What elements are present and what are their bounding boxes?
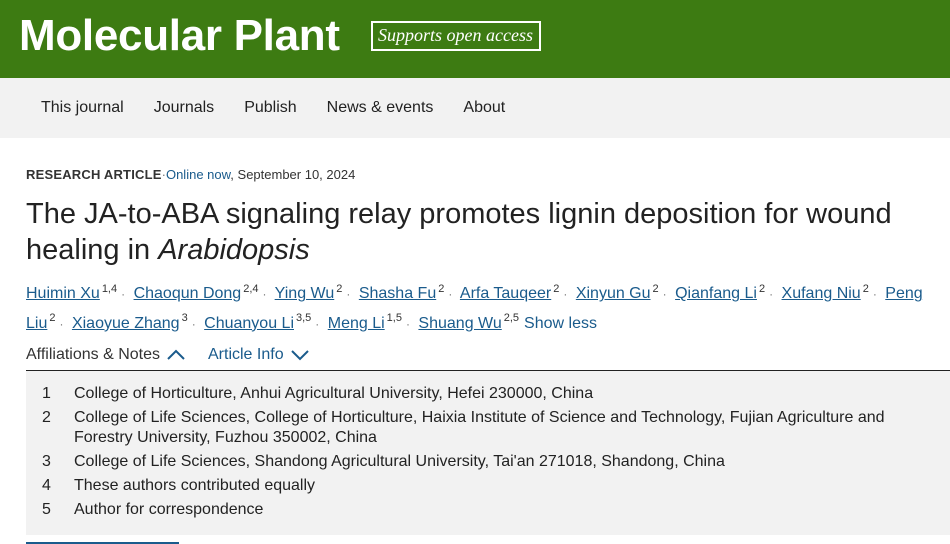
show-less-link[interactable]: Show less bbox=[524, 315, 597, 332]
affiliation-text: College of Life Sciences, College of Hor… bbox=[74, 408, 885, 446]
author-affiliation-ref: 2 bbox=[758, 283, 766, 295]
affiliation-number: 3 bbox=[42, 452, 51, 470]
author-affiliation-ref: 2 bbox=[49, 312, 56, 325]
affiliation-text: College of Horticulture, Anhui Agricultu… bbox=[74, 384, 594, 402]
author-affiliation-ref: 2,5 bbox=[503, 312, 520, 325]
author-affiliation-ref: 2,4 bbox=[243, 283, 259, 295]
open-access-badge[interactable]: Supports open access bbox=[371, 21, 541, 51]
author-affiliation-ref: 1,5 bbox=[386, 312, 402, 325]
author-affiliation-ref: 3 bbox=[181, 312, 188, 325]
nav-about[interactable]: About bbox=[448, 99, 520, 117]
tab-article-info-label: Article Info bbox=[208, 345, 284, 363]
author-link[interactable]: Shuang Wu bbox=[418, 315, 501, 332]
author-separator: · bbox=[405, 316, 410, 331]
author-link[interactable]: Ying Wu bbox=[275, 285, 335, 302]
author-separator: · bbox=[262, 287, 267, 302]
chevron-down-icon bbox=[290, 349, 309, 361]
journal-logo[interactable]: Molecular Plant bbox=[19, 11, 340, 61]
author-affiliation-ref: 3,5 bbox=[296, 312, 312, 325]
author-affiliation-ref: 2 bbox=[336, 283, 343, 295]
author-separator: · bbox=[872, 287, 877, 302]
nav-news-events[interactable]: News & events bbox=[312, 99, 449, 117]
nav-publish[interactable]: Publish bbox=[229, 99, 311, 117]
main-nav: This journal Journals Publish News & eve… bbox=[0, 78, 950, 138]
tab-affiliations-label: Affiliations & Notes bbox=[26, 345, 160, 363]
author-item: Xinyun Gu 2 bbox=[576, 283, 659, 302]
author-item: Qianfang Li 2 bbox=[675, 283, 766, 302]
publication-date: , September 10, 2024 bbox=[230, 167, 356, 182]
title-species: Arabidopsis bbox=[158, 234, 310, 266]
author-item: Shasha Fu 2 bbox=[359, 283, 445, 302]
affiliation-row: 1 College of Horticulture, Anhui Agricult… bbox=[26, 384, 950, 404]
affiliation-row: 2 College of Life Sciences, College of Ho… bbox=[26, 408, 950, 448]
article-tabs: Affiliations & Notes Article Info bbox=[26, 343, 950, 371]
author-link[interactable]: Xinyun Gu bbox=[576, 285, 651, 302]
affiliations-panel: 1 College of Horticulture, Anhui Agricult… bbox=[26, 370, 950, 535]
author-separator: · bbox=[191, 316, 196, 331]
affiliation-text: Author for correspondence bbox=[74, 500, 264, 518]
author-link[interactable]: Xufang Niu bbox=[782, 285, 861, 302]
author-link[interactable]: Xiaoyue Zhang bbox=[72, 315, 180, 332]
affiliation-row: 4 These authors contributed equally bbox=[26, 476, 950, 496]
author-item: Chaoqun Dong 2,4 bbox=[134, 283, 259, 302]
author-separator: · bbox=[563, 287, 568, 302]
title-main: The JA-to-ABA signaling relay promotes l… bbox=[26, 198, 892, 266]
author-affiliation-ref: 2 bbox=[652, 283, 659, 295]
article-meta: RESEARCH ARTICLE·Online now, September 1… bbox=[26, 168, 950, 182]
article-title: The JA-to-ABA signaling relay promotes l… bbox=[26, 196, 926, 268]
author-list: Huimin Xu 1,4 · Chaoqun Dong 2,4 · Ying Wu 2 ·… bbox=[26, 277, 926, 336]
author-separator: · bbox=[346, 287, 351, 302]
nav-this-journal[interactable]: This journal bbox=[26, 99, 139, 117]
affiliation-text: College of Life Sciences, Shandong Agric… bbox=[74, 452, 725, 470]
author-link[interactable]: Chaoqun Dong bbox=[134, 285, 242, 302]
affiliation-number: 1 bbox=[42, 384, 51, 402]
author-link[interactable]: Huimin Xu bbox=[26, 285, 100, 302]
author-link[interactable]: Arfa Tauqeer bbox=[460, 285, 551, 302]
author-separator: · bbox=[662, 287, 667, 302]
author-affiliation-ref: 2 bbox=[553, 283, 560, 295]
author-affiliation-ref: 1,4 bbox=[101, 283, 118, 295]
affiliation-number: 2 bbox=[42, 408, 51, 426]
nav-journals[interactable]: Journals bbox=[139, 99, 229, 117]
affiliation-number: 4 bbox=[42, 476, 51, 494]
author-item: Ying Wu 2 bbox=[275, 283, 343, 302]
affiliation-text: These authors contributed equally bbox=[74, 476, 316, 494]
author-link[interactable]: Meng Li bbox=[328, 315, 385, 332]
author-item: Xufang Niu 2 bbox=[782, 283, 869, 302]
active-tab-underline bbox=[26, 541, 179, 544]
author-item: Meng Li 1,5 bbox=[328, 312, 402, 332]
author-separator: · bbox=[315, 316, 320, 331]
chevron-up-icon bbox=[167, 349, 185, 360]
tab-affiliations[interactable]: Affiliations & Notes bbox=[26, 346, 186, 364]
author-item: Xiaoyue Zhang 3 bbox=[72, 312, 188, 332]
tab-article-info[interactable]: Article Info bbox=[208, 346, 310, 364]
author-link[interactable]: Chuanyou Li bbox=[204, 315, 294, 332]
article-header: RESEARCH ARTICLE · Online now, September 1… bbox=[0, 168, 950, 544]
affiliation-row: 5 Author for correspondence bbox=[26, 500, 950, 520]
author-separator: · bbox=[448, 287, 453, 302]
author-link[interactable]: Qianfang Li bbox=[675, 285, 757, 302]
author-link[interactable]: Shasha Fu bbox=[359, 285, 436, 302]
author-affiliation-ref: 2 bbox=[862, 283, 869, 295]
author-affiliation-ref: 2 bbox=[438, 283, 445, 295]
site-header: Molecular Plant Supports open access bbox=[0, 0, 950, 78]
affiliation-number: 5 bbox=[42, 500, 51, 518]
author-separator: · bbox=[121, 287, 126, 302]
author-separator: · bbox=[769, 287, 774, 302]
online-status: Online now bbox=[165, 167, 231, 182]
affiliation-row: 3 College of Life Sciences, Shandong Agri… bbox=[26, 452, 950, 472]
article-type: RESEARCH ARTICLE bbox=[26, 167, 162, 182]
author-item: Shuang Wu 2,5 bbox=[418, 312, 520, 332]
author-item: Huimin Xu 1,4 bbox=[26, 283, 118, 302]
author-item: Chuanyou Li 3,5 bbox=[204, 312, 312, 332]
author-separator: · bbox=[59, 316, 64, 331]
author-item: Arfa Tauqeer 2 bbox=[460, 283, 560, 302]
